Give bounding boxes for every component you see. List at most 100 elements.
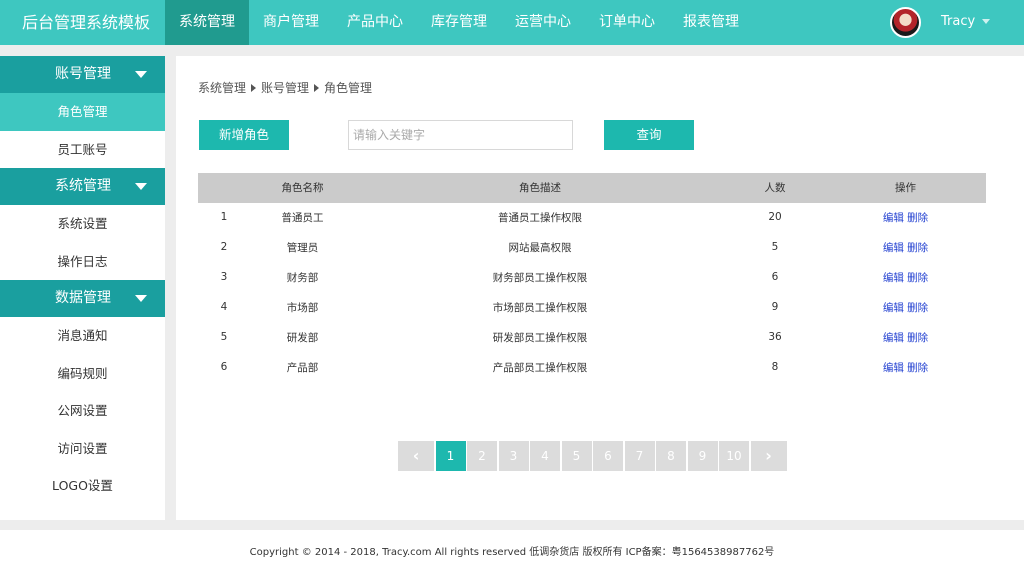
table-row: 4 市场部 市场部员工操作权限 9 编辑 删除 (198, 293, 986, 323)
edit-link[interactable]: 编辑 (883, 272, 904, 284)
table-row: 3 财务部 财务部员工操作权限 6 编辑 删除 (198, 263, 986, 293)
table-row: 6 产品部 产品部员工操作权限 8 编辑 删除 (198, 353, 986, 383)
copyright-text: Copyright © 2014 - 2018, Tracy.com All r… (249, 547, 775, 558)
delete-link[interactable]: 删除 (907, 332, 928, 344)
row-actions: 编辑 删除 (825, 353, 986, 383)
page-button-7[interactable]: 7 (624, 441, 655, 471)
row-index: 3 (220, 271, 228, 283)
sidebar-item-system-settings[interactable]: 系统设置 (0, 205, 165, 243)
page-button-6[interactable]: 6 (593, 441, 623, 471)
sidebar-item-notifications[interactable]: 消息通知 (0, 317, 165, 355)
role-name: 普通员工 (281, 212, 324, 224)
member-count: 20 (768, 211, 782, 223)
role-name: 产品部 (286, 362, 319, 374)
table-header: 角色名称 角色描述 人数 操作 (198, 173, 986, 203)
search-input[interactable] (348, 120, 573, 150)
username[interactable]: Tracy (941, 0, 975, 45)
edit-link[interactable]: 编辑 (883, 302, 904, 314)
role-desc: 网站最高权限 (508, 242, 572, 254)
chevron-down-icon[interactable] (982, 19, 990, 24)
role-name: 管理员 (286, 242, 319, 254)
table-row: 5 研发部 研发部员工操作权限 36 编辑 删除 (198, 323, 986, 353)
top-bar: 后台管理系统模板 系统管理 商户管理 产品中心 库存管理 运营中心 订单中心 报… (0, 0, 1024, 45)
page-button-1[interactable]: 1 (435, 441, 466, 471)
role-name: 市场部 (286, 302, 319, 314)
member-count: 8 (771, 361, 779, 373)
breadcrumb-item[interactable]: 账号管理 (261, 79, 309, 96)
next-page-button[interactable]: › (750, 441, 787, 471)
page-button-2[interactable]: 2 (467, 441, 497, 471)
header-index (198, 173, 250, 203)
main-content: 系统管理 账号管理 角色管理 新增角色 查询 角色名称 角色描述 人数 操作 1… (176, 56, 1024, 520)
delete-link[interactable]: 删除 (907, 212, 928, 224)
member-count: 6 (771, 271, 779, 283)
pagination: ‹ 1 2 3 4 5 6 7 8 9 10 › (398, 441, 788, 471)
user-avatar[interactable] (890, 7, 921, 38)
row-actions: 编辑 删除 (825, 293, 986, 323)
row-index: 2 (220, 241, 228, 253)
header-role-desc: 角色描述 (519, 182, 561, 194)
row-index: 5 (220, 331, 228, 343)
header-member-count: 人数 (764, 182, 786, 194)
header-role-name: 角色名称 (281, 182, 324, 194)
query-button[interactable]: 查询 (604, 120, 694, 150)
sidebar-item-logo-settings[interactable]: LOGO设置 (0, 467, 165, 505)
add-role-button[interactable]: 新增角色 (199, 120, 289, 150)
caret-right-icon (314, 83, 320, 92)
page-button-5[interactable]: 5 (561, 441, 592, 471)
caret-down-icon (135, 71, 147, 78)
breadcrumb-item[interactable]: 系统管理 (198, 79, 246, 96)
edit-link[interactable]: 编辑 (883, 362, 904, 374)
nav-item-product[interactable]: 产品中心 (333, 0, 417, 45)
nav-item-reports[interactable]: 报表管理 (669, 0, 753, 45)
sidebar-item-staff-accounts[interactable]: 员工账号 (0, 131, 165, 169)
delete-link[interactable]: 删除 (907, 242, 928, 254)
sidebar-item-roles[interactable]: 角色管理 (0, 93, 165, 131)
sidebar-group-data[interactable]: 数据管理 (0, 280, 165, 317)
delete-link[interactable]: 删除 (907, 272, 928, 284)
nav-item-merchant[interactable]: 商户管理 (249, 0, 333, 45)
breadcrumb: 系统管理 账号管理 角色管理 (198, 79, 372, 96)
row-index: 4 (220, 301, 228, 313)
nav-item-orders[interactable]: 订单中心 (585, 0, 669, 45)
role-desc: 市场部员工操作权限 (492, 302, 588, 314)
page-button-3[interactable]: 3 (498, 441, 529, 471)
table-row: 1 普通员工 普通员工操作权限 20 编辑 删除 (198, 203, 986, 233)
sidebar-group-account[interactable]: 账号管理 (0, 56, 165, 93)
breadcrumb-item-current: 角色管理 (324, 81, 373, 95)
page-button-8[interactable]: 8 (656, 441, 686, 471)
nav-item-operations[interactable]: 运营中心 (501, 0, 585, 45)
table-row: 2 管理员 网站最高权限 5 编辑 删除 (198, 233, 986, 263)
sidebar-item-access-settings[interactable]: 访问设置 (0, 430, 165, 468)
header-actions: 操作 (895, 182, 916, 194)
roles-table: 角色名称 角色描述 人数 操作 1 普通员工 普通员工操作权限 20 编辑 删除… (198, 173, 986, 383)
edit-link[interactable]: 编辑 (883, 242, 904, 254)
sidebar-item-operation-log[interactable]: 操作日志 (0, 243, 165, 281)
sidebar-group-system[interactable]: 系统管理 (0, 168, 165, 205)
top-nav: 系统管理 商户管理 产品中心 库存管理 运营中心 订单中心 报表管理 (165, 0, 753, 45)
prev-page-button[interactable]: ‹ (398, 441, 434, 471)
sidebar-item-public-network[interactable]: 公网设置 (0, 392, 165, 430)
nav-item-system[interactable]: 系统管理 (165, 0, 249, 45)
edit-link[interactable]: 编辑 (883, 212, 904, 224)
row-actions: 编辑 删除 (825, 323, 986, 353)
sidebar-group-label: 系统管理 (55, 178, 111, 194)
row-index: 6 (220, 361, 228, 373)
delete-link[interactable]: 删除 (907, 302, 928, 314)
role-name: 研发部 (286, 332, 319, 344)
page-button-10[interactable]: 10 (719, 441, 749, 471)
caret-down-icon (135, 295, 147, 302)
brand-title: 后台管理系统模板 (22, 13, 151, 32)
member-count: 9 (771, 301, 779, 313)
sidebar: 账号管理 角色管理 员工账号 系统管理 系统设置 操作日志 数据管理 消息通知 … (0, 56, 165, 520)
page-button-9[interactable]: 9 (687, 441, 718, 471)
sidebar-group-label: 数据管理 (55, 290, 111, 306)
edit-link[interactable]: 编辑 (883, 332, 904, 344)
page-button-4[interactable]: 4 (530, 441, 560, 471)
nav-item-inventory[interactable]: 库存管理 (417, 0, 501, 45)
sidebar-group-label: 账号管理 (55, 66, 111, 82)
sidebar-item-code-rules[interactable]: 编码规则 (0, 355, 165, 393)
role-desc: 财务部员工操作权限 (492, 272, 588, 284)
delete-link[interactable]: 删除 (907, 362, 928, 374)
role-desc: 产品部员工操作权限 (492, 362, 588, 374)
